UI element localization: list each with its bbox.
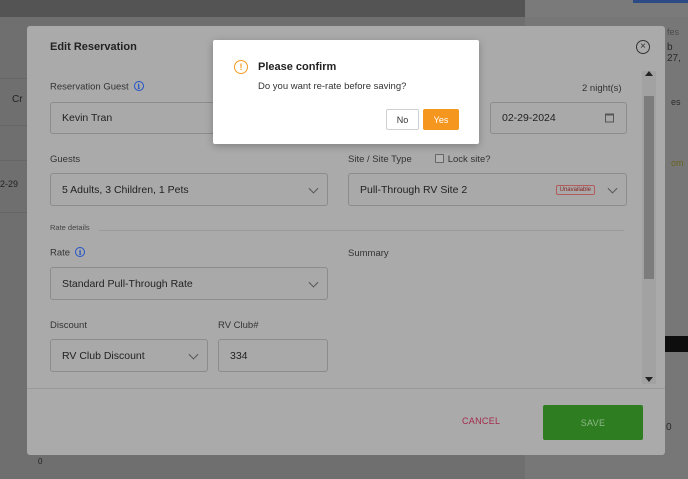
rate-label: Rate [50,247,71,259]
rate-details-label: Rate details [50,223,90,232]
no-button[interactable]: No [386,109,419,130]
nights-count: 2 night(s) [582,83,622,94]
section-divider [99,230,624,231]
unavailable-badge: Unavailable [555,184,595,195]
background-right-text: b 27, [667,42,681,64]
background-divider [0,125,27,126]
rate-value: Standard Pull-Through Rate [62,277,193,290]
warning-icon: ! [234,60,248,74]
scroll-up-icon[interactable] [645,71,653,76]
background-right-text: om [671,158,684,168]
guests-select[interactable]: 5 Adults, 3 Children, 1 Pets [50,173,328,206]
discount-label: Discount [50,320,87,331]
lock-site-checkbox[interactable] [434,154,444,163]
scroll-thumb[interactable] [644,96,654,279]
discount-value: RV Club Discount [62,349,145,362]
background-text: 2-29 [0,179,19,189]
background-right-text: 0 [666,422,672,433]
discount-select[interactable]: RV Club Discount [50,339,208,372]
chevron-down-icon [188,349,199,360]
site-label: Site / Site Type [348,154,412,165]
lock-site-label: Lock site? [447,154,491,165]
rate-select[interactable]: Standard Pull-Through Rate [50,267,328,300]
end-date-input[interactable]: 02-29-2024 [490,102,627,134]
scroll-down-icon[interactable] [645,377,653,382]
background-divider [0,160,27,161]
save-button[interactable]: SAVE [543,405,643,440]
modal-title: Edit Reservation [50,41,137,53]
cancel-button[interactable]: CANCEL [462,416,500,426]
background-topbar [0,0,525,17]
chevron-down-icon [308,277,319,288]
guests-label: Guests [50,154,81,165]
background-divider [0,212,27,213]
footer-divider [27,388,665,389]
background-right-accent [633,0,688,3]
yes-button[interactable]: Yes [423,109,459,130]
close-icon[interactable]: × [636,40,650,54]
background-divider [0,78,27,79]
background-right-dark-block [664,336,688,352]
background-right-text: es [671,97,681,107]
info-icon[interactable]: i [133,81,144,91]
modal-scrollbar[interactable] [642,71,656,384]
calendar-icon[interactable] [605,113,614,123]
guest-label-row: Reservation Guest i [50,81,144,93]
guest-label: Reservation Guest [50,81,129,93]
rv-club-label: RV Club# [218,320,259,331]
site-select[interactable]: Pull-Through RV Site 2 Unavailable [348,173,627,206]
summary-label: Summary [348,248,389,259]
confirm-dialog: ! Please confirm Do you want re-rate bef… [213,40,479,144]
site-value: Pull-Through RV Site 2 [360,183,468,196]
background-text: 0 [38,457,43,466]
rate-label-row: Rate i [50,247,86,259]
guests-value: 5 Adults, 3 Children, 1 Pets [62,183,189,196]
background-text: Cr [12,94,23,105]
chevron-down-icon [308,183,319,194]
end-date-value: 02-29-2024 [502,112,556,124]
confirm-message: Do you want re-rate before saving? [258,81,407,92]
info-icon[interactable]: i [75,247,86,257]
confirm-title: Please confirm [258,61,337,73]
chevron-down-icon [607,183,618,194]
site-label-row: Site / Site Type Lock site? [348,154,491,165]
rv-club-input[interactable]: 334 [218,339,328,372]
background-right-text: fes [667,27,680,37]
